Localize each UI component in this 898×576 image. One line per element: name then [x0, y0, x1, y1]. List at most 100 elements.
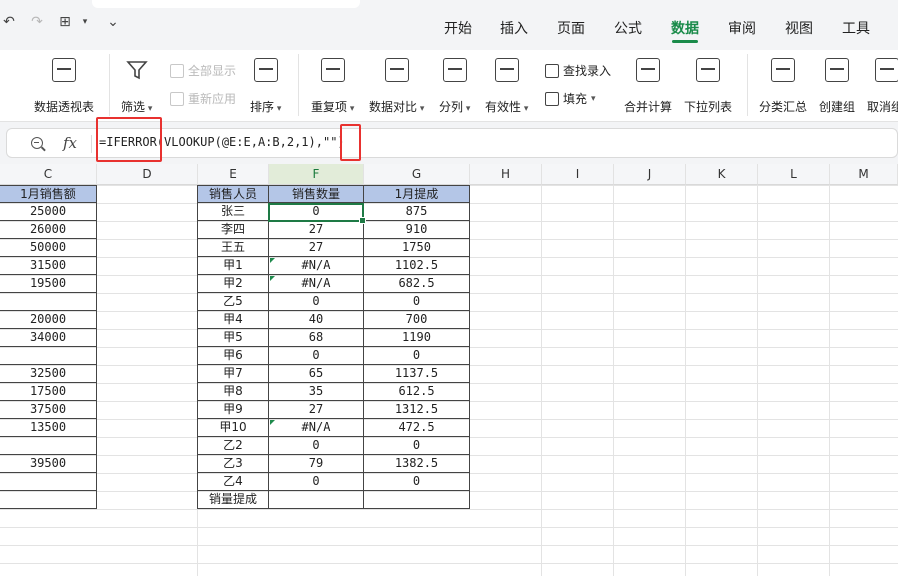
col-c-cell[interactable]: 17500	[0, 383, 97, 401]
fill-button[interactable]: 填充 ▾	[545, 90, 596, 107]
table-row-cell[interactable]: 甲4	[197, 311, 269, 329]
table-row-cell[interactable]: 张三	[197, 203, 269, 221]
document-tab[interactable]	[92, 0, 360, 8]
table-row-cell[interactable]: 910	[364, 221, 470, 239]
table-row-cell[interactable]: 1750	[364, 239, 470, 257]
table-header-cell[interactable]: 销售人员	[197, 185, 269, 203]
col-c-cell[interactable]: 31500	[0, 257, 97, 275]
table-row-cell[interactable]: 65	[269, 365, 364, 383]
table-row-cell[interactable]: 甲2	[197, 275, 269, 293]
table-row-cell[interactable]: #N/A	[269, 275, 364, 293]
table-row-cell[interactable]: 乙5	[197, 293, 269, 311]
table-header-cell[interactable]: 1月提成	[364, 185, 470, 203]
tab-insert[interactable]: 插入	[500, 18, 528, 38]
table-row-cell[interactable]: 乙2	[197, 437, 269, 455]
table-row-cell[interactable]: 612.5	[364, 383, 470, 401]
col-c-cell[interactable]	[0, 293, 97, 311]
show-all-button[interactable]: 全部显示	[170, 62, 236, 79]
table-row-cell[interactable]: 27	[269, 221, 364, 239]
consolidate-button[interactable]: 合并计算	[624, 58, 672, 115]
table-row-cell[interactable]: 472.5	[364, 419, 470, 437]
table-row-cell[interactable]: 0	[364, 437, 470, 455]
filter-button[interactable]: 筛选	[121, 58, 152, 115]
table-row-cell[interactable]: 0	[269, 293, 364, 311]
table-row-cell[interactable]: 甲10	[197, 419, 269, 437]
zoom-out-icon[interactable]	[31, 137, 43, 149]
col-c-cell[interactable]: 32500	[0, 365, 97, 383]
create-group-button[interactable]: 创建组	[819, 58, 855, 115]
tab-data[interactable]: 数据	[671, 18, 699, 38]
table-row-cell[interactable]: 甲6	[197, 347, 269, 365]
column-header-k[interactable]: K	[686, 164, 758, 185]
column-header-j[interactable]: J	[614, 164, 686, 185]
tab-review[interactable]: 审阅	[728, 18, 756, 38]
undo-icon[interactable]: ↶	[0, 14, 18, 30]
tab-home[interactable]: 开始	[444, 18, 472, 38]
table-row-cell[interactable]: 1382.5	[364, 455, 470, 473]
table-row-cell[interactable]: 27	[269, 401, 364, 419]
table-row-cell[interactable]: 甲7	[197, 365, 269, 383]
validity-button[interactable]: 有效性	[485, 58, 528, 115]
column-header-d[interactable]: D	[97, 164, 198, 185]
col-c-header-cell[interactable]: 1月销售额	[0, 185, 97, 203]
table-row-cell[interactable]: 0	[364, 473, 470, 491]
col-c-cell[interactable]: 26000	[0, 221, 97, 239]
reapply-button[interactable]: 重新应用	[170, 90, 236, 107]
col-c-cell[interactable]: 39500	[0, 455, 97, 473]
pivot-table-button[interactable]: 数据透视表	[34, 58, 94, 115]
table-row-cell[interactable]: 乙4	[197, 473, 269, 491]
table-row-cell[interactable]: 700	[364, 311, 470, 329]
table-row-cell[interactable]: 68	[269, 329, 364, 347]
ungroup-button[interactable]: 取消组合	[867, 58, 898, 115]
column-header-m[interactable]: M	[830, 164, 898, 185]
column-header-e[interactable]: E	[198, 164, 269, 185]
duplicates-button[interactable]: 重复项	[311, 58, 354, 115]
table-row-cell[interactable]: 0	[364, 293, 470, 311]
table-row-cell[interactable]: 682.5	[364, 275, 470, 293]
table-row-cell[interactable]: 王五	[197, 239, 269, 257]
table-row-cell[interactable]: 1137.5	[364, 365, 470, 383]
table-row-cell[interactable]: 0	[269, 437, 364, 455]
table-row-cell[interactable]: 甲9	[197, 401, 269, 419]
table-row-cell[interactable]: 875	[364, 203, 470, 221]
table-footer-cell[interactable]	[364, 491, 470, 509]
find-entry-button[interactable]: 查找录入	[545, 62, 611, 79]
table-row-cell[interactable]: 甲8	[197, 383, 269, 401]
col-c-cell[interactable]: 37500	[0, 401, 97, 419]
table-footer-cell[interactable]: 销量提成	[197, 491, 269, 509]
column-header-l[interactable]: L	[758, 164, 830, 185]
col-c-cell[interactable]: 19500	[0, 275, 97, 293]
subtotal-button[interactable]: 分类汇总	[759, 58, 807, 115]
table-format-caret-icon[interactable]: ▾	[76, 17, 94, 27]
tab-formula[interactable]: 公式	[614, 18, 642, 38]
col-c-cell[interactable]: 20000	[0, 311, 97, 329]
col-c-cell[interactable]: 50000	[0, 239, 97, 257]
col-c-cell[interactable]	[0, 437, 97, 455]
table-row-cell[interactable]: 0	[364, 347, 470, 365]
function-icon[interactable]: fx	[63, 134, 77, 152]
col-c-cell[interactable]	[0, 491, 97, 509]
table-row-cell[interactable]: 甲5	[197, 329, 269, 347]
table-row-cell[interactable]: 1102.5	[364, 257, 470, 275]
table-row-cell[interactable]: 1312.5	[364, 401, 470, 419]
table-format-icon[interactable]: ⊞	[56, 14, 74, 30]
dropdown-list-button[interactable]: 下拉列表	[684, 58, 732, 115]
column-header-g[interactable]: G	[364, 164, 470, 185]
table-row-cell[interactable]: 79	[269, 455, 364, 473]
data-compare-button[interactable]: 数据对比	[369, 58, 424, 115]
table-row-cell[interactable]: 0	[269, 473, 364, 491]
col-c-cell[interactable]	[0, 473, 97, 491]
column-header-f[interactable]: F	[269, 164, 364, 185]
column-header-i[interactable]: I	[542, 164, 614, 185]
col-c-cell[interactable]	[0, 347, 97, 365]
table-footer-cell[interactable]	[269, 491, 364, 509]
table-row-cell[interactable]: 甲1	[197, 257, 269, 275]
table-row-cell[interactable]: 40	[269, 311, 364, 329]
col-c-cell[interactable]: 25000	[0, 203, 97, 221]
active-cell-f2[interactable]	[268, 203, 366, 224]
table-header-cell[interactable]: 销售数量	[269, 185, 364, 203]
table-row-cell[interactable]: 李四	[197, 221, 269, 239]
tab-tools[interactable]: 工具	[842, 18, 870, 38]
sort-button[interactable]: 排序	[250, 58, 281, 115]
tab-view[interactable]: 视图	[785, 18, 813, 38]
